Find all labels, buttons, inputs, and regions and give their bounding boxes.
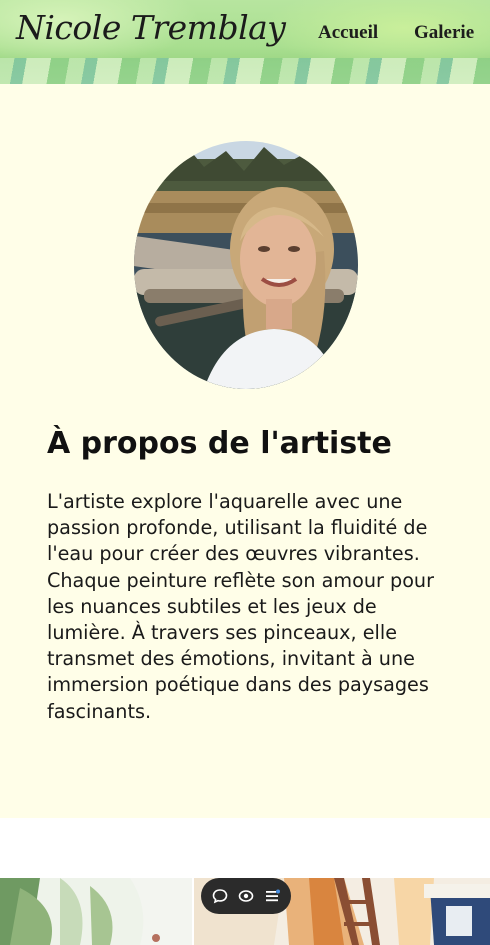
floating-toolbar xyxy=(201,878,291,914)
chat-icon[interactable] xyxy=(211,887,229,905)
nav-link-galerie[interactable]: Galerie xyxy=(414,22,474,48)
nav-link-accueil[interactable]: Accueil xyxy=(318,22,378,48)
header-watercolor-border xyxy=(0,58,490,84)
menu-icon[interactable] xyxy=(263,887,281,905)
site-logo[interactable]: Nicole Tremblay xyxy=(16,8,286,47)
about-section: À propos de l'artiste L'artiste explore … xyxy=(0,84,490,818)
eye-icon[interactable] xyxy=(237,887,255,905)
site-header: Nicole Tremblay Accueil Galerie xyxy=(0,0,490,84)
gallery-image[interactable] xyxy=(0,878,192,945)
about-paragraph: L'artiste explore l'aquarelle avec une p… xyxy=(47,490,434,723)
about-title: À propos de l'artiste xyxy=(47,426,392,461)
artist-portrait xyxy=(134,141,358,389)
